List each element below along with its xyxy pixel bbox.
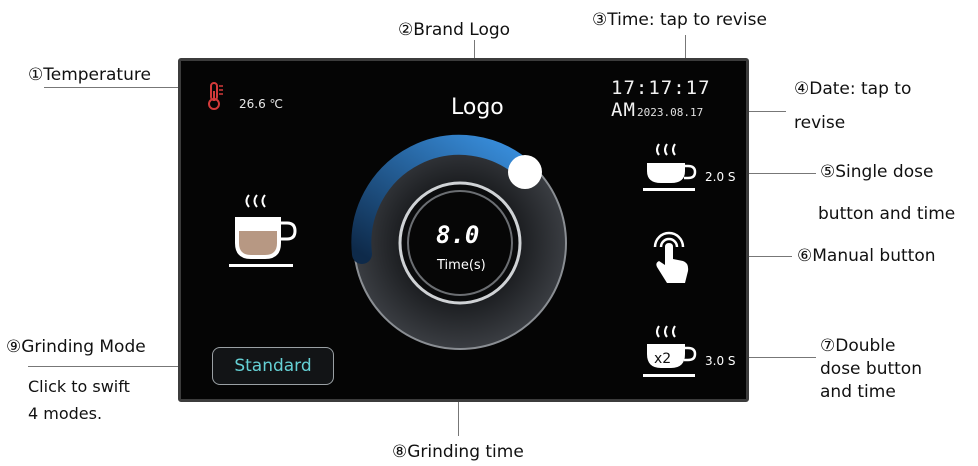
annotation-date-line1: ④Date: tap to (794, 79, 912, 99)
thermometer-icon (208, 82, 223, 110)
single-dose-time: 2.0 S (705, 170, 736, 184)
annotation-mode-line1: ⑨Grinding Mode (6, 337, 146, 357)
annotation-mode-line3: 4 modes. (28, 404, 103, 423)
annotation-double-line3: and time (820, 382, 896, 402)
grinding-time-unit: Time(s) (437, 258, 486, 273)
grinding-time-value: 8.0 (436, 221, 480, 249)
single-dose-cup-icon[interactable] (643, 141, 699, 193)
grinding-mode-button[interactable]: Standard (212, 347, 334, 385)
annotation-temperature: ①Temperature (28, 65, 151, 85)
coffee-cup-icon (229, 194, 297, 267)
grinder-screen: 26.6 ℃ Logo 17:17:17 AM 2023.08.17 8.0 T… (178, 58, 749, 402)
annotation-double-line1: ⑦Double (820, 336, 896, 356)
annotation-date-line2: revise (794, 113, 846, 133)
manual-touch-icon[interactable] (647, 225, 699, 289)
leader-double-dose (746, 357, 816, 358)
clock-date[interactable]: 2023.08.17 (637, 106, 703, 119)
leader-single-dose (746, 173, 816, 174)
temperature-readout: 26.6 ℃ (239, 97, 284, 111)
annotation-brand-logo: ②Brand Logo (398, 20, 511, 40)
annotation-double-line2: dose button (820, 359, 922, 379)
annotation-mode-line2: Click to swift (28, 377, 130, 396)
annotation-time: ③Time: tap to revise (592, 10, 767, 30)
annotation-manual: ⑥Manual button (797, 246, 936, 266)
annotation-grinding-time: ⑧Grinding time (392, 442, 524, 462)
double-badge: x2 (654, 351, 671, 367)
double-dose-time: 3.0 S (705, 354, 736, 368)
double-dose-cup-icon[interactable]: x2 (643, 323, 699, 379)
brand-logo: Logo (451, 95, 504, 120)
annotation-single-line1: ⑤Single dose (820, 162, 934, 182)
annotation-single-line2: button and time (818, 204, 956, 224)
